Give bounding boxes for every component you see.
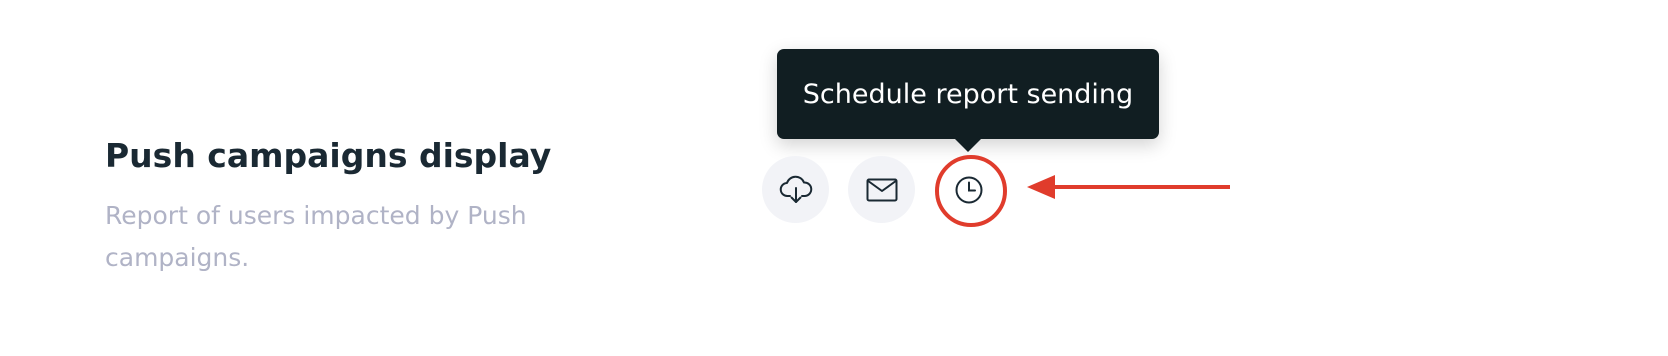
report-description: Report of users impacted by Push campaig… [105,201,527,272]
annotation-arrow [1027,175,1230,199]
schedule-button[interactable] [935,156,1002,223]
envelope-icon [866,178,898,202]
cloud-download-icon [779,175,813,205]
email-button[interactable] [848,156,915,223]
tooltip: Schedule report sending [777,49,1159,139]
tooltip-arrow [955,139,981,152]
tooltip-text: Schedule report sending [802,78,1134,110]
report-title: Push campaigns display [105,136,552,175]
clock-icon [954,175,984,205]
download-button[interactable] [762,156,829,223]
